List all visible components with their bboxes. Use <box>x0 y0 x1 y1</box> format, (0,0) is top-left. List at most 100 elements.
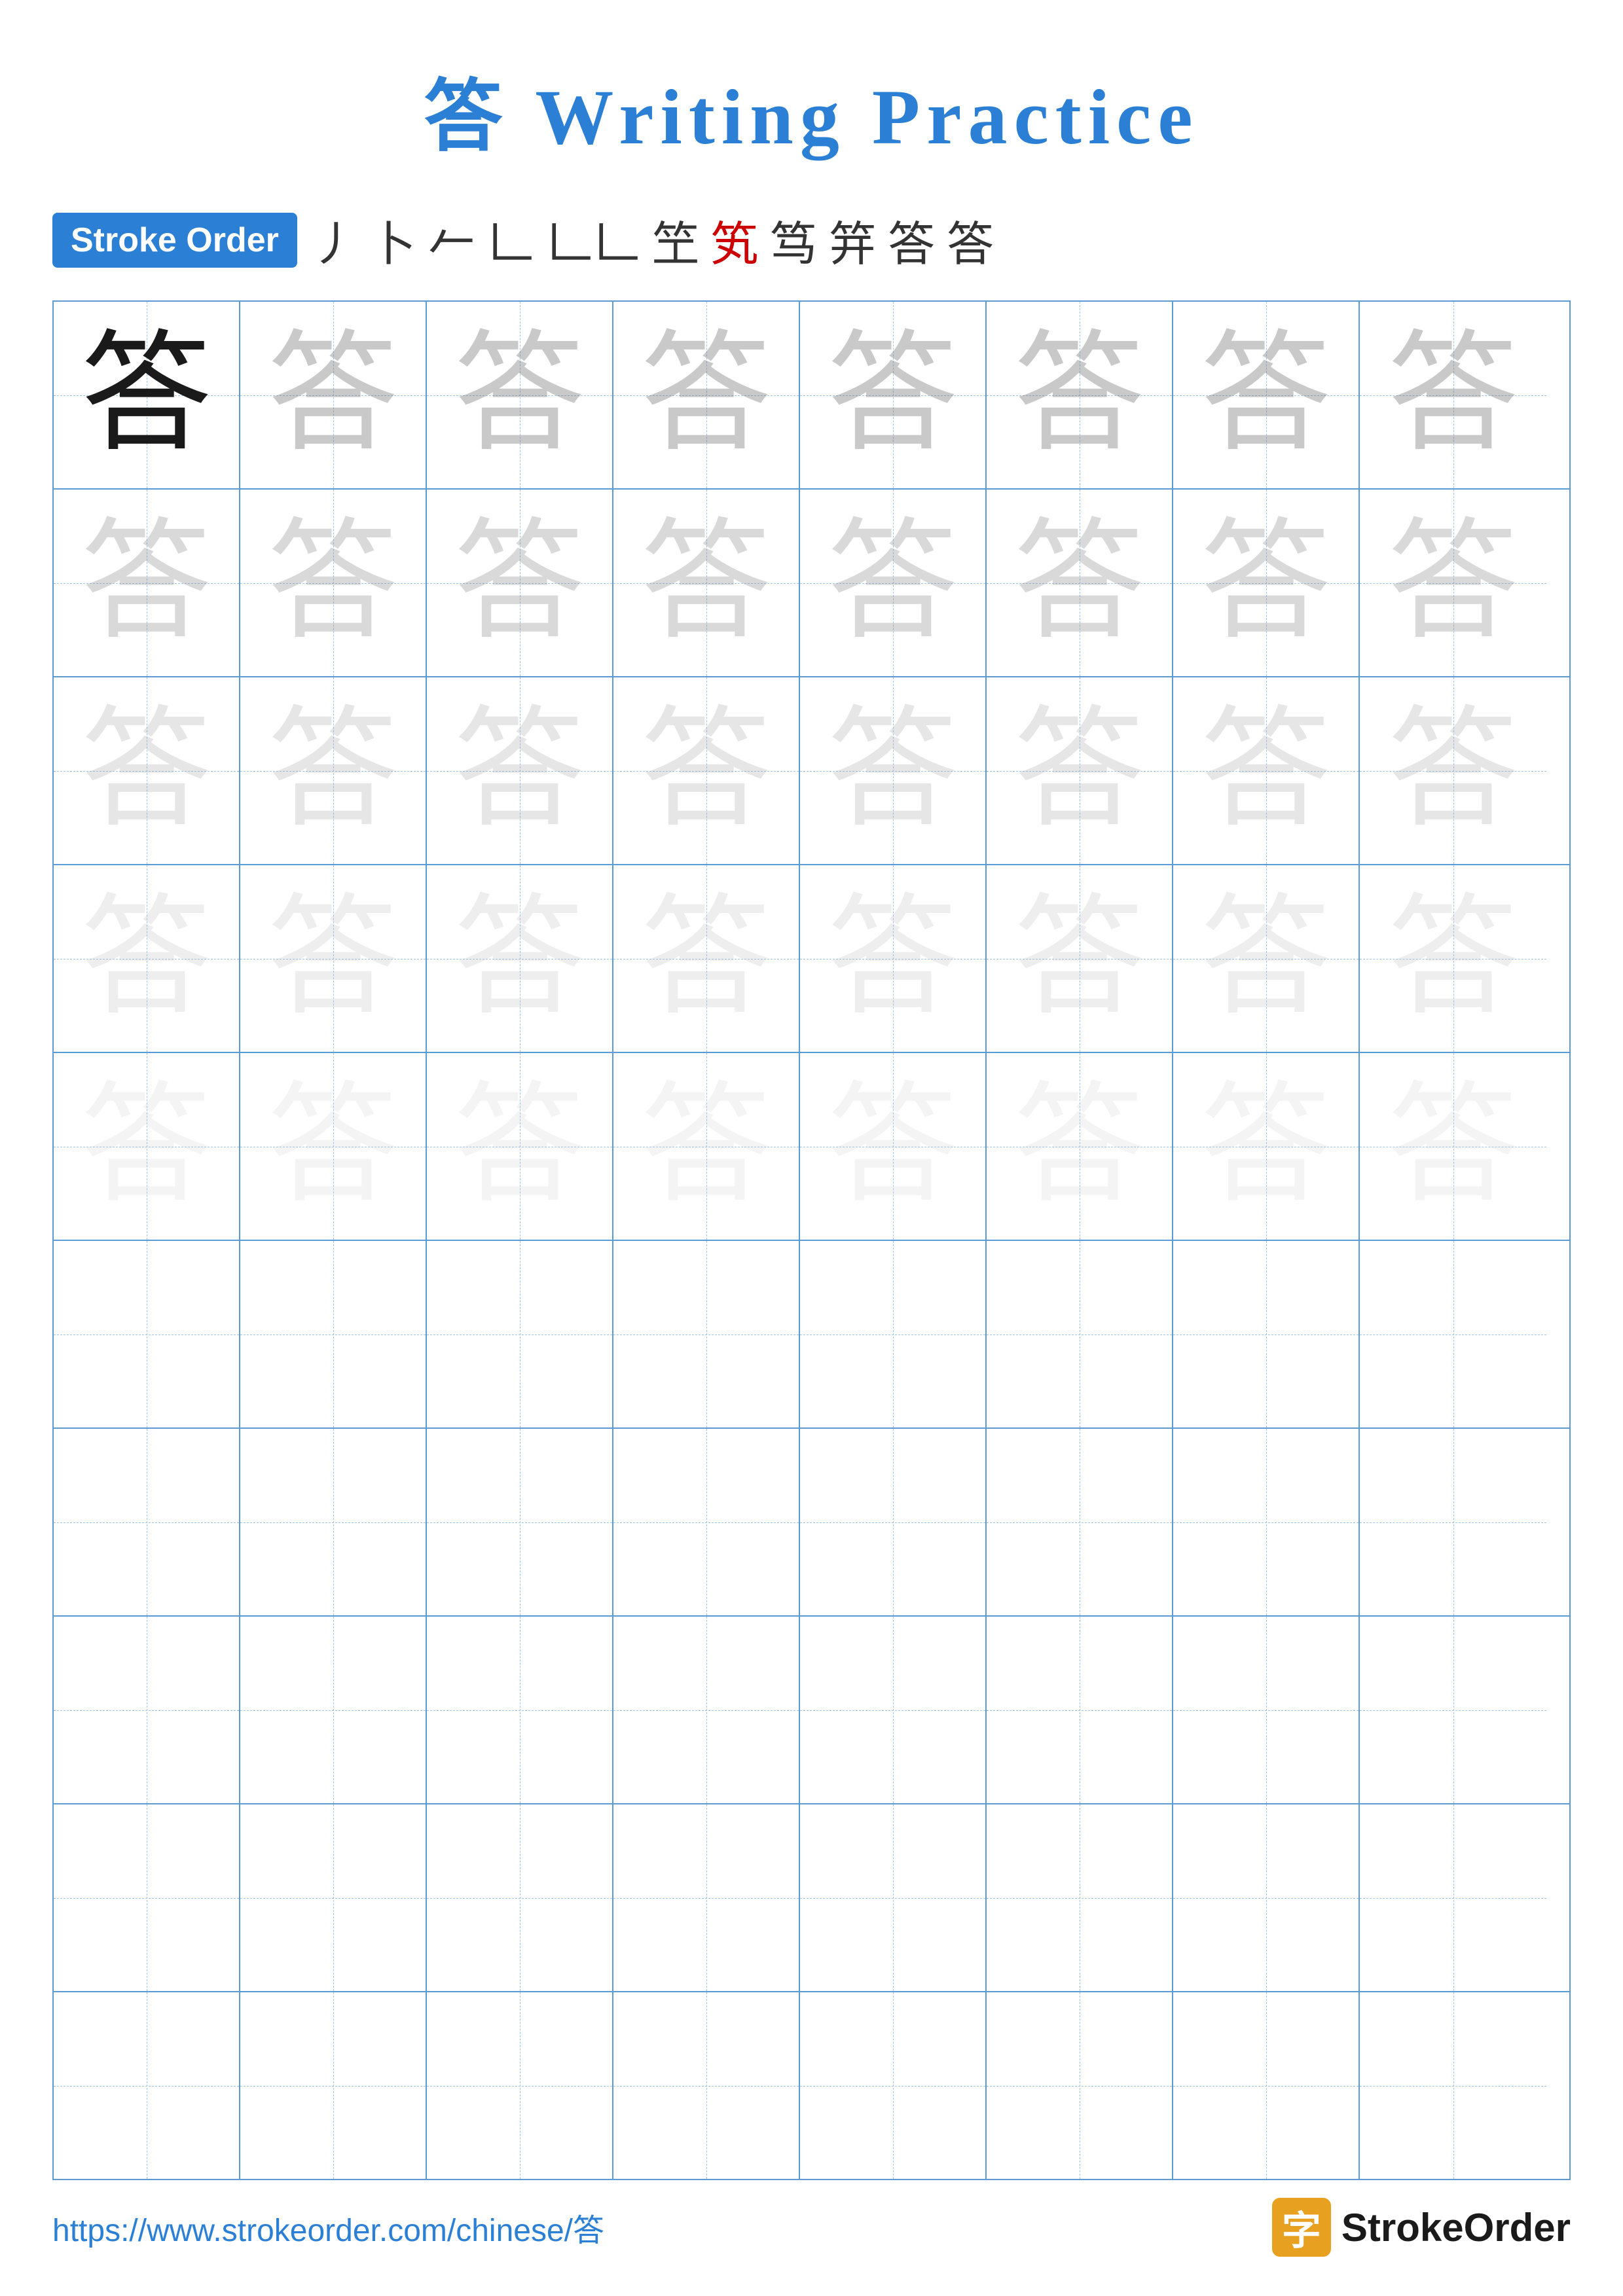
grid-cell-1-1[interactable]: 答 <box>54 302 240 488</box>
grid-cell-9-8[interactable] <box>1360 1804 1546 1991</box>
practice-char: 答 <box>827 706 958 836</box>
grid-cell-5-3[interactable]: 答 <box>427 1053 613 1240</box>
grid-cell-4-1[interactable]: 答 <box>54 865 240 1052</box>
practice-char: 答 <box>1200 1081 1331 1212</box>
grid-cell-5-2[interactable]: 答 <box>240 1053 427 1240</box>
grid-cell-10-7[interactable] <box>1173 1992 1360 2179</box>
grid-cell-5-6[interactable]: 答 <box>987 1053 1173 1240</box>
grid-cell-9-4[interactable] <box>613 1804 800 1991</box>
grid-cell-7-1[interactable] <box>54 1429 240 1615</box>
grid-cell-7-5[interactable] <box>800 1429 987 1615</box>
grid-cell-3-6[interactable]: 答 <box>987 677 1173 864</box>
grid-cell-8-5[interactable] <box>800 1617 987 1803</box>
grid-cell-1-3[interactable]: 答 <box>427 302 613 488</box>
grid-cell-10-2[interactable] <box>240 1992 427 2179</box>
practice-char: 答 <box>1387 893 1518 1024</box>
grid-cell-2-1[interactable]: 答 <box>54 490 240 676</box>
grid-cell-8-4[interactable] <box>613 1617 800 1803</box>
grid-row-4: 答 答 答 答 答 答 答 答 <box>54 865 1569 1053</box>
grid-cell-3-1[interactable]: 答 <box>54 677 240 864</box>
grid-cell-9-6[interactable] <box>987 1804 1173 1991</box>
grid-cell-4-8[interactable]: 答 <box>1360 865 1546 1052</box>
grid-cell-6-7[interactable] <box>1173 1241 1360 1427</box>
grid-row-2: 答 答 答 答 答 答 答 答 <box>54 490 1569 677</box>
practice-char: 答 <box>81 518 211 649</box>
practice-char: 答 <box>1387 330 1518 461</box>
grid-cell-6-8[interactable] <box>1360 1241 1546 1427</box>
grid-cell-1-6[interactable]: 答 <box>987 302 1173 488</box>
grid-cell-2-2[interactable]: 答 <box>240 490 427 676</box>
grid-cell-2-6[interactable]: 答 <box>987 490 1173 676</box>
grid-cell-4-4[interactable]: 答 <box>613 865 800 1052</box>
grid-cell-7-6[interactable] <box>987 1429 1173 1615</box>
grid-cell-1-7[interactable]: 答 <box>1173 302 1360 488</box>
grid-cell-9-1[interactable] <box>54 1804 240 1991</box>
grid-cell-9-7[interactable] <box>1173 1804 1360 1991</box>
grid-cell-6-1[interactable] <box>54 1241 240 1427</box>
grid-cell-5-8[interactable]: 答 <box>1360 1053 1546 1240</box>
practice-char: 答 <box>267 893 398 1024</box>
grid-cell-4-5[interactable]: 答 <box>800 865 987 1052</box>
grid-cell-7-8[interactable] <box>1360 1429 1546 1615</box>
practice-char: 答 <box>267 1081 398 1212</box>
grid-cell-7-3[interactable] <box>427 1429 613 1615</box>
grid-cell-2-8[interactable]: 答 <box>1360 490 1546 676</box>
grid-cell-7-4[interactable] <box>613 1429 800 1615</box>
stroke-5: 𠃊𠃊 <box>546 206 640 274</box>
practice-char: 答 <box>1013 518 1144 649</box>
grid-cell-5-7[interactable]: 答 <box>1173 1053 1360 1240</box>
grid-cell-8-1[interactable] <box>54 1617 240 1803</box>
grid-cell-8-7[interactable] <box>1173 1617 1360 1803</box>
practice-char: 答 <box>1013 330 1144 461</box>
grid-cell-9-2[interactable] <box>240 1804 427 1991</box>
grid-cell-3-7[interactable]: 答 <box>1173 677 1360 864</box>
grid-cell-6-6[interactable] <box>987 1241 1173 1427</box>
footer: https://www.strokeorder.com/chinese/答 字 … <box>52 2198 1571 2257</box>
grid-cell-5-4[interactable]: 答 <box>613 1053 800 1240</box>
grid-cell-7-2[interactable] <box>240 1429 427 1615</box>
grid-cell-6-3[interactable] <box>427 1241 613 1427</box>
grid-cell-1-5[interactable]: 答 <box>800 302 987 488</box>
grid-cell-3-3[interactable]: 答 <box>427 677 613 864</box>
grid-cell-9-5[interactable] <box>800 1804 987 1991</box>
grid-cell-1-8[interactable]: 答 <box>1360 302 1546 488</box>
grid-cell-2-7[interactable]: 答 <box>1173 490 1360 676</box>
grid-cell-7-7[interactable] <box>1173 1429 1360 1615</box>
grid-cell-4-2[interactable]: 答 <box>240 865 427 1052</box>
grid-row-5: 答 答 答 答 答 答 答 答 <box>54 1053 1569 1241</box>
grid-cell-3-8[interactable]: 答 <box>1360 677 1546 864</box>
logo-text: StrokeOrder <box>1341 2205 1571 2250</box>
grid-cell-6-2[interactable] <box>240 1241 427 1427</box>
grid-cell-6-5[interactable] <box>800 1241 987 1427</box>
grid-cell-4-3[interactable]: 答 <box>427 865 613 1052</box>
grid-cell-4-7[interactable]: 答 <box>1173 865 1360 1052</box>
practice-char: 答 <box>1200 518 1331 649</box>
grid-cell-10-1[interactable] <box>54 1992 240 2179</box>
stroke-1: 丿 <box>310 206 357 274</box>
grid-cell-3-4[interactable]: 答 <box>613 677 800 864</box>
grid-cell-2-3[interactable]: 答 <box>427 490 613 676</box>
grid-cell-8-8[interactable] <box>1360 1617 1546 1803</box>
stroke-4: 𠃊 <box>487 206 534 274</box>
practice-grid: 答 答 答 答 答 答 答 答 答 答 答 <box>52 300 1571 2180</box>
grid-cell-8-6[interactable] <box>987 1617 1173 1803</box>
grid-cell-1-2[interactable]: 答 <box>240 302 427 488</box>
grid-cell-10-6[interactable] <box>987 1992 1173 2179</box>
grid-cell-10-5[interactable] <box>800 1992 987 2179</box>
grid-cell-5-5[interactable]: 答 <box>800 1053 987 1240</box>
grid-cell-10-3[interactable] <box>427 1992 613 2179</box>
grid-cell-2-5[interactable]: 答 <box>800 490 987 676</box>
grid-cell-3-5[interactable]: 答 <box>800 677 987 864</box>
grid-cell-10-4[interactable] <box>613 1992 800 2179</box>
grid-cell-8-2[interactable] <box>240 1617 427 1803</box>
grid-cell-10-8[interactable] <box>1360 1992 1546 2179</box>
grid-cell-2-4[interactable]: 答 <box>613 490 800 676</box>
grid-cell-6-4[interactable] <box>613 1241 800 1427</box>
grid-cell-1-4[interactable]: 答 <box>613 302 800 488</box>
grid-cell-3-2[interactable]: 答 <box>240 677 427 864</box>
practice-char: 答 <box>1387 1081 1518 1212</box>
grid-cell-4-6[interactable]: 答 <box>987 865 1173 1052</box>
grid-cell-5-1[interactable]: 答 <box>54 1053 240 1240</box>
grid-cell-9-3[interactable] <box>427 1804 613 1991</box>
grid-cell-8-3[interactable] <box>427 1617 613 1803</box>
